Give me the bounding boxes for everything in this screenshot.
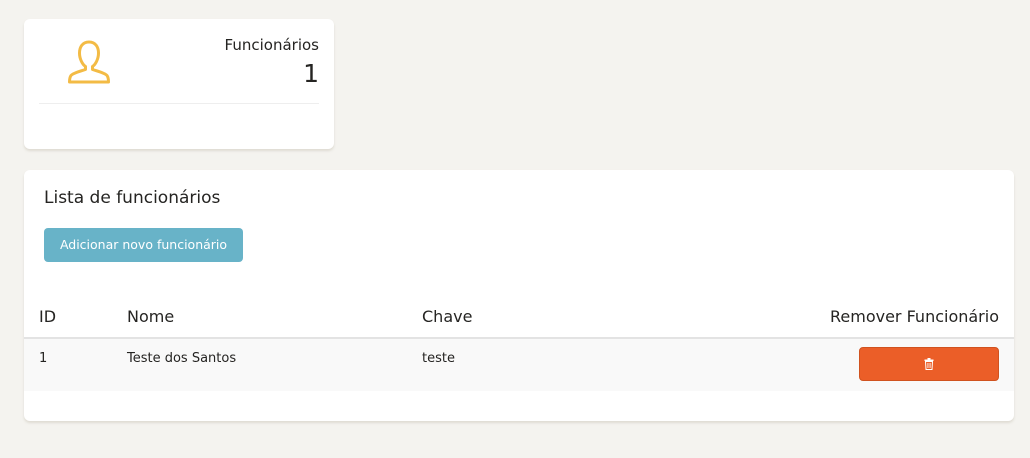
stat-value: 1: [303, 59, 319, 88]
divider: [39, 103, 319, 104]
trash-icon: [924, 358, 934, 370]
cell-id: 1: [39, 351, 48, 366]
column-header-nome: Nome: [127, 307, 175, 326]
cell-nome: Teste dos Santos: [127, 351, 237, 366]
stat-label: Funcionários: [224, 36, 319, 54]
employee-list-card: Lista de funcionários Adicionar novo fun…: [24, 170, 1014, 421]
user-icon: [68, 40, 110, 84]
employee-table: ID Nome Chave Remover Funcionário 1 Test…: [24, 294, 1014, 391]
employees-stat-card: Funcionários 1: [24, 19, 334, 149]
column-header-chave: Chave: [422, 307, 473, 326]
cell-chave: teste: [422, 351, 455, 366]
column-header-remove: Remover Funcionário: [830, 307, 999, 326]
table-header: ID Nome Chave Remover Funcionário: [24, 294, 1014, 339]
column-header-id: ID: [39, 307, 57, 326]
list-title: Lista de funcionários: [44, 188, 221, 208]
table-row: 1 Teste dos Santos teste: [24, 339, 1014, 391]
remove-employee-button[interactable]: [859, 347, 999, 381]
add-employee-button[interactable]: Adicionar novo funcionário: [44, 228, 243, 262]
